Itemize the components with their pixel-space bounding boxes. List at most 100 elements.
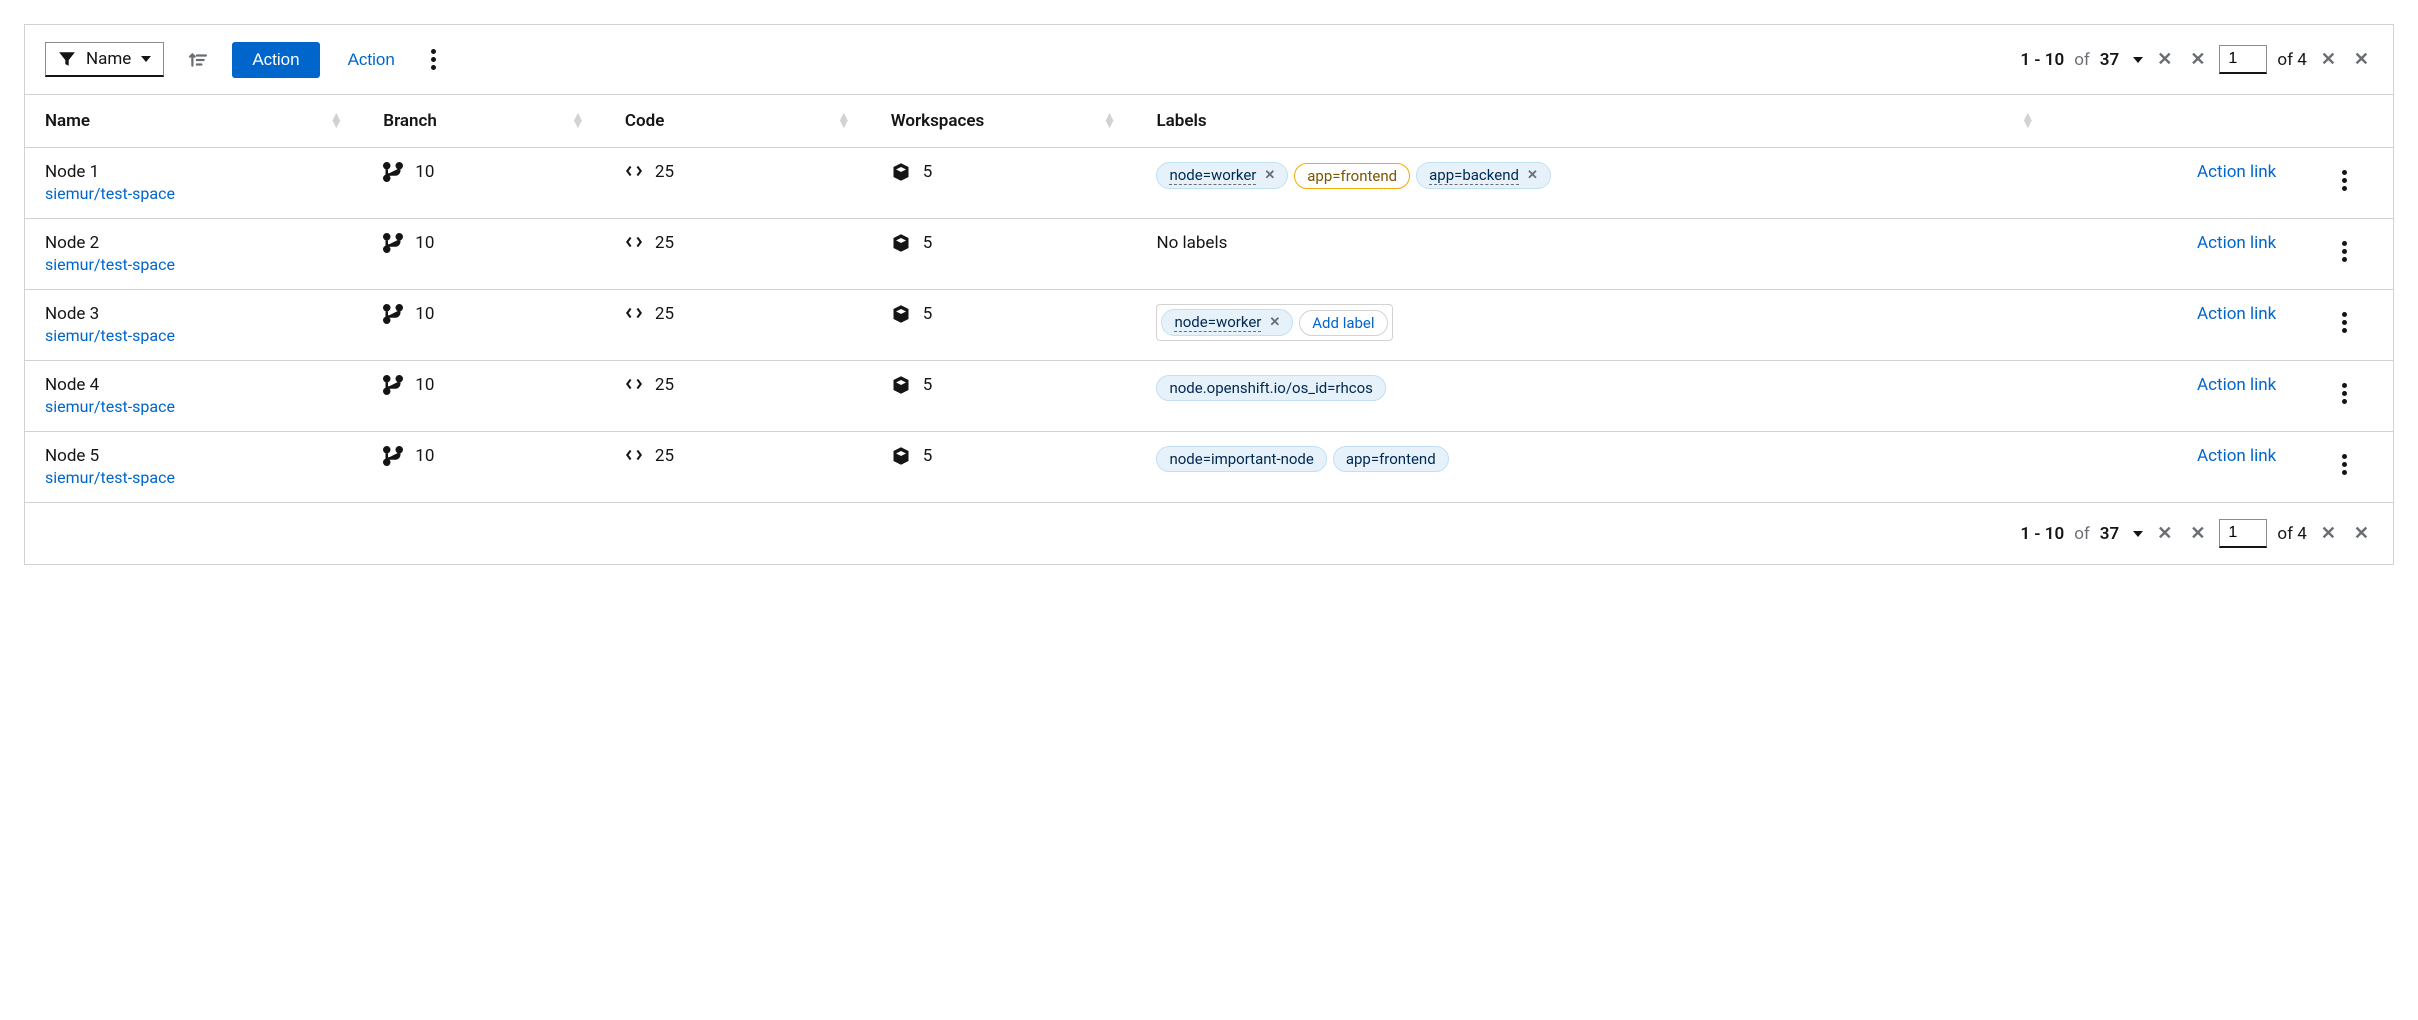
code-icon <box>625 446 643 464</box>
cell-name: Node 3 siemur/test-space <box>25 290 363 361</box>
labels-editor: node=worker ✕ Add label <box>1156 304 1392 341</box>
pagination-of: of <box>2074 50 2090 70</box>
sort-button[interactable] <box>180 42 216 78</box>
row-kebab-menu[interactable] <box>2316 304 2373 341</box>
pagination-range: 1 - 10 <box>2020 524 2064 544</box>
row-kebab-menu[interactable] <box>2316 162 2373 199</box>
branch-value: 10 <box>415 375 434 395</box>
branch-value: 10 <box>415 162 434 182</box>
row-action-link[interactable]: Action link <box>2055 219 2297 290</box>
cell-workspaces: 5 <box>871 148 1137 219</box>
label-chip[interactable]: app=frontend <box>1333 446 1449 472</box>
action-primary-button[interactable]: Action <box>232 42 319 78</box>
page-number-input[interactable] <box>2219 519 2267 548</box>
pagination-last-icon[interactable]: ✕ <box>2350 45 2373 74</box>
pagination-last-icon[interactable]: ✕ <box>2350 519 2373 548</box>
row-action-link[interactable]: Action link <box>2055 290 2297 361</box>
col-header-action <box>2055 95 2297 148</box>
node-name: Node 4 <box>45 375 343 395</box>
cell-branch: 10 <box>363 219 605 290</box>
node-link[interactable]: siemur/test-space <box>45 468 175 487</box>
page-number-input[interactable] <box>2219 45 2267 74</box>
filter-icon <box>58 50 76 68</box>
filter-dropdown[interactable]: Name <box>45 42 164 77</box>
cell-name: Node 2 siemur/test-space <box>25 219 363 290</box>
branch-icon <box>383 233 403 253</box>
chip-remove-icon[interactable]: ✕ <box>1264 168 1275 183</box>
node-link[interactable]: siemur/test-space <box>45 397 175 416</box>
sort-indicator-icon: ▲▼ <box>1103 114 1117 128</box>
node-link[interactable]: siemur/test-space <box>45 326 175 345</box>
chip-remove-icon[interactable]: ✕ <box>1527 168 1538 183</box>
node-link[interactable]: siemur/test-space <box>45 255 175 274</box>
cell-branch: 10 <box>363 361 605 432</box>
label-text: node=worker <box>1174 313 1261 332</box>
items-per-page-caret-icon[interactable] <box>2133 531 2143 537</box>
add-label-button[interactable]: Add label <box>1299 310 1387 336</box>
label-chip[interactable]: node=worker ✕ <box>1161 309 1293 336</box>
node-link[interactable]: siemur/test-space <box>45 184 175 203</box>
items-per-page-caret-icon[interactable] <box>2133 57 2143 63</box>
cell-branch: 10 <box>363 432 605 503</box>
col-header-labels[interactable]: Labels ▲▼ <box>1136 95 2054 148</box>
branch-icon <box>383 162 403 182</box>
pagination-next-icon[interactable]: ✕ <box>2317 45 2340 74</box>
pagination-next-icon[interactable]: ✕ <box>2317 519 2340 548</box>
label-chip[interactable]: app=backend✕ <box>1416 162 1551 189</box>
pagination-first-icon[interactable]: ✕ <box>2153 45 2176 74</box>
caret-down-icon <box>141 56 151 62</box>
pagination-prev-icon[interactable]: ✕ <box>2186 45 2209 74</box>
cell-workspaces: 5 <box>871 290 1137 361</box>
branch-icon <box>383 375 403 395</box>
label-text: node=important-node <box>1169 450 1313 468</box>
label-chip[interactable]: app=frontend <box>1294 163 1410 189</box>
toolbar-kebab-menu[interactable] <box>423 41 444 78</box>
row-action-link[interactable]: Action link <box>2055 148 2297 219</box>
col-header-workspaces[interactable]: Workspaces ▲▼ <box>871 95 1137 148</box>
labels-group: node.openshift.io/os_id=rhcos <box>1156 375 2034 401</box>
footer: 1 - 10 of 37 ✕ ✕ of 4 ✕ ✕ <box>25 502 2393 564</box>
row-action-link[interactable]: Action link <box>2055 361 2297 432</box>
action-secondary-button[interactable]: Action <box>336 42 407 78</box>
cube-icon <box>891 375 911 395</box>
page-of-label: of 4 <box>2277 524 2306 544</box>
node-name: Node 3 <box>45 304 343 324</box>
branch-value: 10 <box>415 304 434 324</box>
row-kebab-menu[interactable] <box>2316 375 2373 412</box>
code-icon <box>625 233 643 251</box>
cell-kebab <box>2296 219 2393 290</box>
col-header-branch[interactable]: Branch ▲▼ <box>363 95 605 148</box>
label-chip[interactable]: node=worker✕ <box>1156 162 1288 189</box>
pagination-total: 37 <box>2100 524 2119 544</box>
filter-label: Name <box>86 49 131 69</box>
cell-kebab <box>2296 148 2393 219</box>
code-icon <box>625 375 643 393</box>
table-row: Node 2siemur/test-space10255No labelsAct… <box>25 219 2393 290</box>
workspaces-value: 5 <box>923 162 933 182</box>
chip-remove-icon[interactable]: ✕ <box>1269 315 1280 330</box>
cell-workspaces: 5 <box>871 432 1137 503</box>
sort-indicator-icon: ▲▼ <box>571 114 585 128</box>
cell-kebab <box>2296 290 2393 361</box>
label-chip[interactable]: node.openshift.io/os_id=rhcos <box>1156 375 1385 401</box>
label-chip[interactable]: node=important-node <box>1156 446 1326 472</box>
code-value: 25 <box>655 375 674 395</box>
row-action-link[interactable]: Action link <box>2055 432 2297 503</box>
workspaces-value: 5 <box>923 233 933 253</box>
branch-icon <box>383 446 403 466</box>
sort-indicator-icon: ▲▼ <box>329 114 343 128</box>
col-header-name[interactable]: Name ▲▼ <box>25 95 363 148</box>
row-kebab-menu[interactable] <box>2316 233 2373 270</box>
pagination-prev-icon[interactable]: ✕ <box>2186 519 2209 548</box>
toolbar-left: Name Action Action <box>45 41 2004 78</box>
sort-icon <box>189 51 207 69</box>
labels-group: node=important-node app=frontend <box>1156 446 2034 472</box>
pagination-first-icon[interactable]: ✕ <box>2153 519 2176 548</box>
col-header-kebab <box>2296 95 2393 148</box>
row-kebab-menu[interactable] <box>2316 446 2373 483</box>
col-header-code[interactable]: Code ▲▼ <box>605 95 871 148</box>
node-name: Node 2 <box>45 233 343 253</box>
workspaces-value: 5 <box>923 304 933 324</box>
code-value: 25 <box>655 446 674 466</box>
cell-workspaces: 5 <box>871 361 1137 432</box>
